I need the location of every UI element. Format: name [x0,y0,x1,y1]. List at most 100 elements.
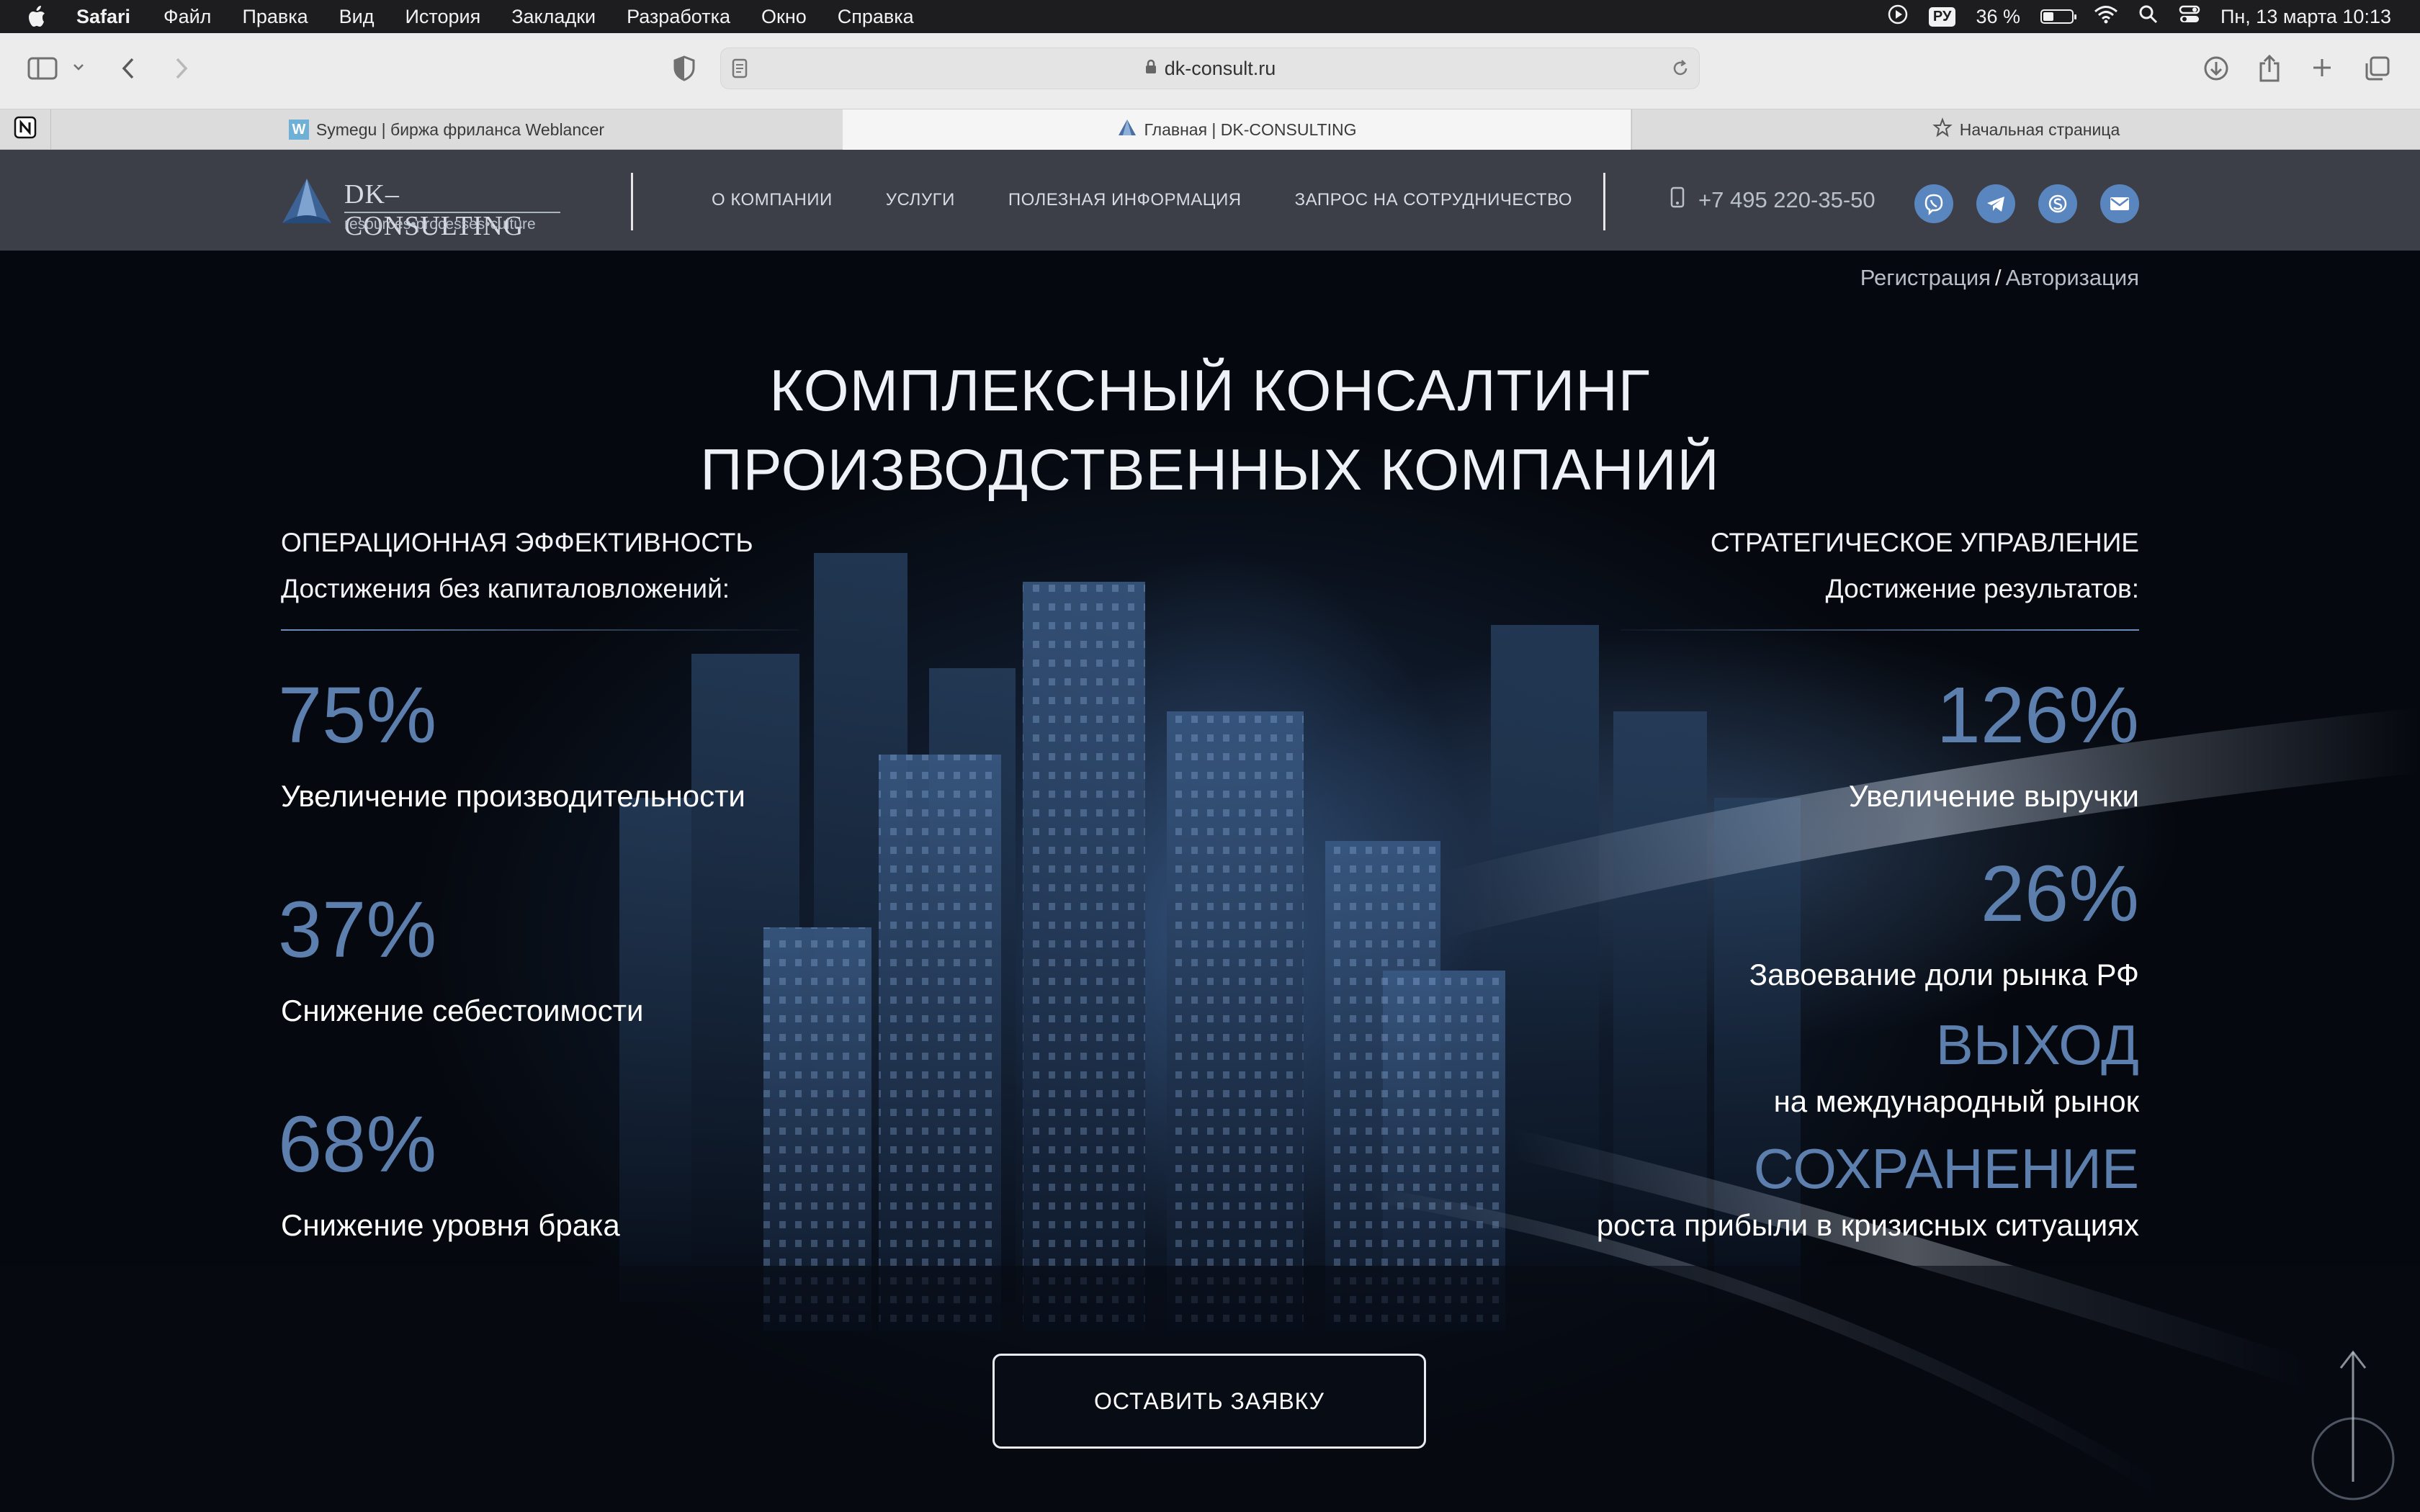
tab-dk-consulting[interactable]: Главная | DK-CONSULTING [843,109,1631,150]
header-divider [1603,173,1605,230]
login-link[interactable]: Авторизация [2006,265,2139,290]
reload-icon[interactable] [1670,58,1690,78]
macos-menu-bar: Safari Файл Правка Вид История Закладки … [0,0,2420,33]
tab-weblancer[interactable]: W Symegu | биржа фриланса Weblancer [51,109,842,150]
left-stat-2-label: Снижение себестоимости [281,994,644,1027]
now-playing-icon[interactable] [1887,4,1909,30]
browser-toolbar: dk-consult.ru [0,33,2420,109]
control-center-icon[interactable] [2179,4,2200,30]
hero-title-line-1: КОМПЛЕКСНЫЙ КОНСАЛТИНГ [769,359,1651,423]
auth-separator: / [1994,265,2002,290]
right-stat-3-label: на международный рынок [1773,1084,2139,1118]
menu-edit[interactable]: Правка [242,6,308,28]
address-display: dk-consult.ru [721,48,1699,89]
menu-help[interactable]: Справка [838,6,914,28]
back-icon[interactable] [120,55,138,82]
menu-develop[interactable]: Разработка [627,6,730,28]
site-logo[interactable]: DK–CONSULTING resources•processes•cultur… [281,176,569,241]
menu-file[interactable]: Файл [163,6,211,28]
phone-number: +7 495 220-35-50 [1698,187,1876,212]
wifi-icon[interactable] [2094,5,2118,29]
tab-bar: W Symegu | биржа фриланса Weblancer Глав… [0,109,2420,150]
logo-underline [344,212,560,213]
weblancer-favicon: W [288,120,309,140]
keyboard-layout-badge[interactable]: РУ [1928,6,1956,27]
auth-links: Регистрация / Авторизация [1860,265,2139,291]
left-column-heading: ОПЕРАЦИОННАЯ ЭФФЕКТИВНОСТЬ Достижения бе… [281,520,753,612]
lock-icon [1144,58,1157,80]
notion-icon [13,115,37,144]
nav-useful-info[interactable]: ПОЛЕЗНАЯ ИНФОРМАЦИЯ [1008,190,1242,210]
menu-window[interactable]: Окно [761,6,807,28]
phone-icon [1670,186,1685,214]
skype-icon[interactable] [2038,184,2077,223]
scroll-to-top-icon[interactable] [2309,1345,2397,1503]
left-stat-3-value: 68% [278,1100,437,1189]
viber-icon[interactable] [1914,184,1953,223]
tab-start-page-label: Начальная страница [1959,120,2120,139]
left-stat-2-value: 37% [278,886,437,974]
chevron-down-icon[interactable] [72,62,85,72]
mail-icon[interactable] [2100,184,2139,223]
right-subheading: Достижение результатов: [1825,574,2139,603]
social-links [1914,184,2139,223]
tab-dk-consulting-label: Главная | DK-CONSULTING [1144,120,1357,139]
left-stat-1-value: 75% [278,671,437,760]
left-subheading: Достижения без капиталовложений: [281,574,730,603]
right-stat-4-value: СОХРАНЕНИЕ [1753,1137,2139,1200]
sidebar-toggle-icon[interactable] [27,56,59,81]
tab-weblancer-label: Symegu | биржа фриланса Weblancer [315,120,605,139]
main-nav: О КОМПАНИИ УСЛУГИ ПОЛЕЗНАЯ ИНФОРМАЦИЯ ЗА… [712,150,1572,251]
header-divider [631,173,633,230]
right-stat-1-label: Увеличение выручки [1848,779,2139,813]
right-heading: СТРАТЕГИЧЕСКОЕ УПРАВЛЕНИЕ [1710,528,2139,557]
privacy-shield-icon[interactable] [673,55,696,82]
left-stat-3-label: Снижение уровня брака [281,1208,620,1242]
apple-menu-icon[interactable] [26,5,48,28]
battery-icon[interactable] [2040,9,2076,24]
nav-cooperation-request[interactable]: ЗАПРОС НА СОТРУДНИЧЕСТВО [1295,190,1572,210]
logo-tagline: resources•processes•culture [344,216,536,233]
spotlight-search-icon[interactable] [2138,4,2159,30]
menubar-clock[interactable]: Пн, 13 марта 10:13 [2220,6,2391,28]
right-divider-line [1621,629,2139,631]
phone-block[interactable]: +7 495 220-35-50 [1670,150,1876,251]
address-bar[interactable]: dk-consult.ru [720,48,1700,89]
dk-logo-icon [282,179,331,223]
left-stat-1-label: Увеличение производительности [281,779,745,813]
nav-about[interactable]: О КОМПАНИИ [712,190,833,210]
battery-level [2043,12,2053,21]
right-stat-3-value: ВЫХОД [1935,1013,2139,1076]
right-stat-1-value: 126% [1936,671,2139,760]
url-text: dk-consult.ru [1164,57,1276,79]
tab-overview-icon[interactable] [2364,55,2391,82]
register-link[interactable]: Регистрация [1860,265,1991,290]
right-stat-4-label: роста прибыли в кризисных ситуациях [1596,1208,2139,1242]
forward-icon[interactable] [171,55,190,82]
site-header: DK–CONSULTING resources•processes•cultur… [0,150,2420,251]
left-heading: ОПЕРАЦИОННАЯ ЭФФЕКТИВНОСТЬ [281,528,753,557]
right-stat-2-label: Завоевание доли рынка РФ [1749,958,2139,991]
nav-services[interactable]: УСЛУГИ [886,190,955,210]
menu-app-name[interactable]: Safari [76,6,130,28]
website-viewport: DK–CONSULTING resources•processes•cultur… [0,150,2420,1512]
downloads-icon[interactable] [2202,55,2230,82]
pinned-tab-notion[interactable] [0,109,50,150]
telegram-icon[interactable] [1976,184,2015,223]
new-tab-icon[interactable] [2311,56,2334,79]
menu-bookmarks[interactable]: Закладки [511,6,596,28]
share-icon[interactable] [2257,53,2282,84]
menu-history[interactable]: История [405,6,481,28]
submit-request-button[interactable]: ОСТАВИТЬ ЗАЯВКУ [992,1354,1426,1449]
battery-percent: 36 % [1976,5,2020,27]
dk-logo-icon [1117,118,1137,141]
menubar-status-area: РУ 36 % Пн, 13 марта 10:13 [1887,0,2391,33]
hero-title-line-2: ПРОИЗВОДСТВЕННЫХ КОМПАНИЙ [700,438,1720,503]
star-icon [1932,117,1953,142]
right-stat-2-value: 26% [1980,850,2139,938]
hero-title: КОМПЛЕКСНЫЙ КОНСАЛТИНГ ПРОИЗВОДСТВЕННЫХ … [0,351,2420,510]
right-column-heading: СТРАТЕГИЧЕСКОЕ УПРАВЛЕНИЕ Достижение рез… [1711,520,2139,612]
menu-view[interactable]: Вид [339,6,375,28]
tab-start-page[interactable]: Начальная страница [1632,109,2420,150]
left-divider-line [281,629,799,631]
